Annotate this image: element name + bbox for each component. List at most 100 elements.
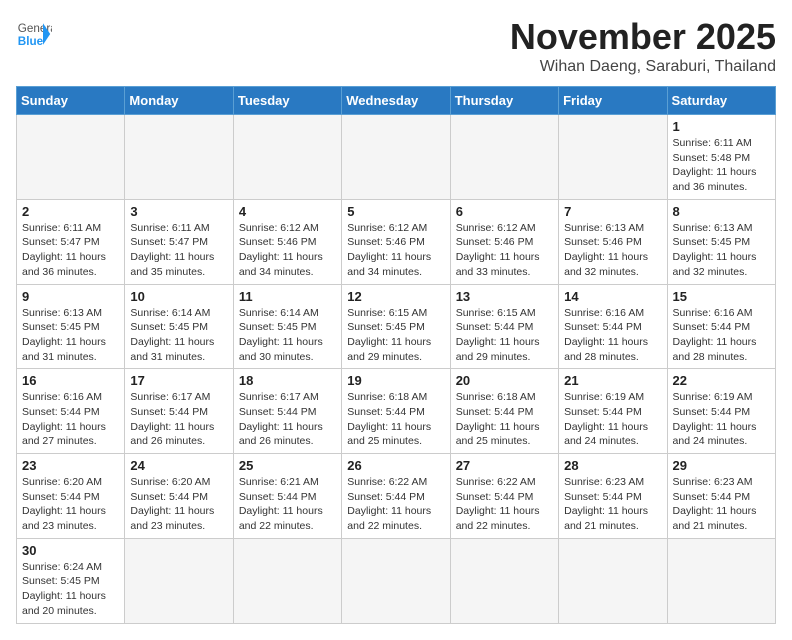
- day-info: Sunrise: 6:16 AM Sunset: 5:44 PM Dayligh…: [673, 306, 770, 365]
- day-number: 13: [456, 289, 553, 304]
- calendar-cell: 3 Sunrise: 6:11 AM Sunset: 5:47 PM Daylig…: [125, 199, 233, 284]
- day-number: 28: [564, 458, 661, 473]
- calendar-week-4: 16 Sunrise: 6:16 AM Sunset: 5:44 PM Dayli…: [17, 369, 776, 454]
- day-info: Sunrise: 6:13 AM Sunset: 5:45 PM Dayligh…: [673, 221, 770, 280]
- weekday-thursday: Thursday: [450, 87, 558, 115]
- day-number: 16: [22, 373, 119, 388]
- calendar-week-6: 30 Sunrise: 6:24 AM Sunset: 5:45 PM Dayli…: [17, 538, 776, 623]
- calendar-cell: 6 Sunrise: 6:12 AM Sunset: 5:46 PM Daylig…: [450, 199, 558, 284]
- calendar-cell: 16 Sunrise: 6:16 AM Sunset: 5:44 PM Dayli…: [17, 369, 125, 454]
- calendar-cell: 17 Sunrise: 6:17 AM Sunset: 5:44 PM Dayli…: [125, 369, 233, 454]
- calendar-table: SundayMondayTuesdayWednesdayThursdayFrid…: [16, 86, 776, 624]
- day-number: 15: [673, 289, 770, 304]
- calendar-cell: 28 Sunrise: 6:23 AM Sunset: 5:44 PM Dayli…: [559, 454, 667, 539]
- day-number: 12: [347, 289, 444, 304]
- day-number: 22: [673, 373, 770, 388]
- day-number: 30: [22, 543, 119, 558]
- day-number: 11: [239, 289, 336, 304]
- calendar-cell: [450, 115, 558, 200]
- day-number: 14: [564, 289, 661, 304]
- day-info: Sunrise: 6:21 AM Sunset: 5:44 PM Dayligh…: [239, 475, 336, 534]
- calendar-cell: 13 Sunrise: 6:15 AM Sunset: 5:44 PM Dayli…: [450, 284, 558, 369]
- calendar-cell: [450, 538, 558, 623]
- calendar-cell: 23Sunrise: 6:20 AM Sunset: 5:44 PM Dayli…: [17, 454, 125, 539]
- day-number: 6: [456, 204, 553, 219]
- weekday-sunday: Sunday: [17, 87, 125, 115]
- calendar-week-2: 2Sunrise: 6:11 AM Sunset: 5:47 PM Daylig…: [17, 199, 776, 284]
- day-number: 24: [130, 458, 227, 473]
- location: Wihan Daeng, Saraburi, Thailand: [510, 58, 776, 76]
- calendar-cell: 11 Sunrise: 6:14 AM Sunset: 5:45 PM Dayli…: [233, 284, 341, 369]
- calendar-cell: [125, 538, 233, 623]
- day-number: 1: [673, 119, 770, 134]
- day-number: 5: [347, 204, 444, 219]
- day-info: Sunrise: 6:17 AM Sunset: 5:44 PM Dayligh…: [239, 390, 336, 449]
- calendar-week-5: 23 Sunrise: 6:20 AM Sunset: 5:44 PM Dayli…: [17, 454, 776, 539]
- day-info: Sunrise: 6:14 AM Sunset: 5:45 PM Dayligh…: [239, 306, 336, 365]
- calendar-week-1: 1 Sunrise: 6:11 AM Sunset: 5:48 PM Daylig…: [17, 115, 776, 200]
- day-info: Sunrise: 6:22 AM Sunset: 5:44 PM Dayligh…: [347, 475, 444, 534]
- day-info: Sunrise: 6:11 AM Sunset: 5:47 PM Dayligh…: [130, 221, 227, 280]
- day-info: Sunrise: 6:12 AM Sunset: 5:46 PM Dayligh…: [347, 221, 444, 280]
- day-info: Sunrise: 6:11 AM Sunset: 5:48 PM Dayligh…: [673, 136, 770, 195]
- calendar-cell: [559, 115, 667, 200]
- day-info: Sunrise: 6:15 AM Sunset: 5:44 PM Dayligh…: [456, 306, 553, 365]
- day-number: 3: [130, 204, 227, 219]
- calendar-cell: [667, 538, 775, 623]
- calendar-cell: 10Sunrise: 6:14 AM Sunset: 5:45 PM Dayli…: [125, 284, 233, 369]
- calendar-cell: 9 Sunrise: 6:13 AM Sunset: 5:45 PM Daylig…: [17, 284, 125, 369]
- month-title: November 2025: [510, 16, 776, 58]
- calendar-cell: 4Sunrise: 6:12 AM Sunset: 5:46 PM Daylig…: [233, 199, 341, 284]
- day-info: Sunrise: 6:13 AM Sunset: 5:45 PM Dayligh…: [22, 306, 119, 365]
- title-block: November 2025 Wihan Daeng, Saraburi, Tha…: [510, 16, 776, 76]
- day-number: 10: [130, 289, 227, 304]
- day-info: Sunrise: 6:23 AM Sunset: 5:44 PM Dayligh…: [564, 475, 661, 534]
- calendar-cell: 5 Sunrise: 6:12 AM Sunset: 5:46 PM Daylig…: [342, 199, 450, 284]
- calendar-cell: 27Sunrise: 6:22 AM Sunset: 5:44 PM Dayli…: [450, 454, 558, 539]
- svg-text:Blue: Blue: [18, 35, 44, 48]
- calendar-cell: 21Sunrise: 6:19 AM Sunset: 5:44 PM Dayli…: [559, 369, 667, 454]
- day-number: 27: [456, 458, 553, 473]
- weekday-monday: Monday: [125, 87, 233, 115]
- calendar-cell: [125, 115, 233, 200]
- day-info: Sunrise: 6:19 AM Sunset: 5:44 PM Dayligh…: [564, 390, 661, 449]
- day-info: Sunrise: 6:20 AM Sunset: 5:44 PM Dayligh…: [130, 475, 227, 534]
- day-number: 7: [564, 204, 661, 219]
- day-number: 19: [347, 373, 444, 388]
- calendar-cell: 15 Sunrise: 6:16 AM Sunset: 5:44 PM Dayli…: [667, 284, 775, 369]
- day-number: 18: [239, 373, 336, 388]
- day-info: Sunrise: 6:11 AM Sunset: 5:47 PM Dayligh…: [22, 221, 119, 280]
- weekday-wednesday: Wednesday: [342, 87, 450, 115]
- calendar-cell: [233, 538, 341, 623]
- day-number: 17: [130, 373, 227, 388]
- logo-icon: General Blue: [16, 16, 52, 52]
- day-info: Sunrise: 6:16 AM Sunset: 5:44 PM Dayligh…: [22, 390, 119, 449]
- calendar-cell: 18 Sunrise: 6:17 AM Sunset: 5:44 PM Dayli…: [233, 369, 341, 454]
- calendar-cell: 29 Sunrise: 6:23 AM Sunset: 5:44 PM Dayli…: [667, 454, 775, 539]
- calendar-cell: 20Sunrise: 6:18 AM Sunset: 5:44 PM Dayli…: [450, 369, 558, 454]
- calendar-cell: [233, 115, 341, 200]
- day-number: 23: [22, 458, 119, 473]
- day-info: Sunrise: 6:23 AM Sunset: 5:44 PM Dayligh…: [673, 475, 770, 534]
- page-header: General Blue November 2025 Wihan Daeng, …: [16, 16, 776, 76]
- calendar-cell: 12 Sunrise: 6:15 AM Sunset: 5:45 PM Dayli…: [342, 284, 450, 369]
- day-number: 29: [673, 458, 770, 473]
- calendar-cell: 24 Sunrise: 6:20 AM Sunset: 5:44 PM Dayli…: [125, 454, 233, 539]
- day-info: Sunrise: 6:17 AM Sunset: 5:44 PM Dayligh…: [130, 390, 227, 449]
- calendar-cell: [17, 115, 125, 200]
- day-info: Sunrise: 6:24 AM Sunset: 5:45 PM Dayligh…: [22, 560, 119, 619]
- calendar-cell: 8Sunrise: 6:13 AM Sunset: 5:45 PM Daylig…: [667, 199, 775, 284]
- weekday-tuesday: Tuesday: [233, 87, 341, 115]
- weekday-saturday: Saturday: [667, 87, 775, 115]
- logo: General Blue: [16, 16, 52, 52]
- calendar-cell: 30 Sunrise: 6:24 AM Sunset: 5:45 PM Dayli…: [17, 538, 125, 623]
- calendar-cell: 7Sunrise: 6:13 AM Sunset: 5:46 PM Daylig…: [559, 199, 667, 284]
- calendar-cell: 14Sunrise: 6:16 AM Sunset: 5:44 PM Dayli…: [559, 284, 667, 369]
- day-number: 9: [22, 289, 119, 304]
- calendar-cell: 26Sunrise: 6:22 AM Sunset: 5:44 PM Dayli…: [342, 454, 450, 539]
- day-info: Sunrise: 6:12 AM Sunset: 5:46 PM Dayligh…: [456, 221, 553, 280]
- calendar-cell: 25Sunrise: 6:21 AM Sunset: 5:44 PM Dayli…: [233, 454, 341, 539]
- day-info: Sunrise: 6:15 AM Sunset: 5:45 PM Dayligh…: [347, 306, 444, 365]
- calendar-cell: [559, 538, 667, 623]
- calendar-cell: 22Sunrise: 6:19 AM Sunset: 5:44 PM Dayli…: [667, 369, 775, 454]
